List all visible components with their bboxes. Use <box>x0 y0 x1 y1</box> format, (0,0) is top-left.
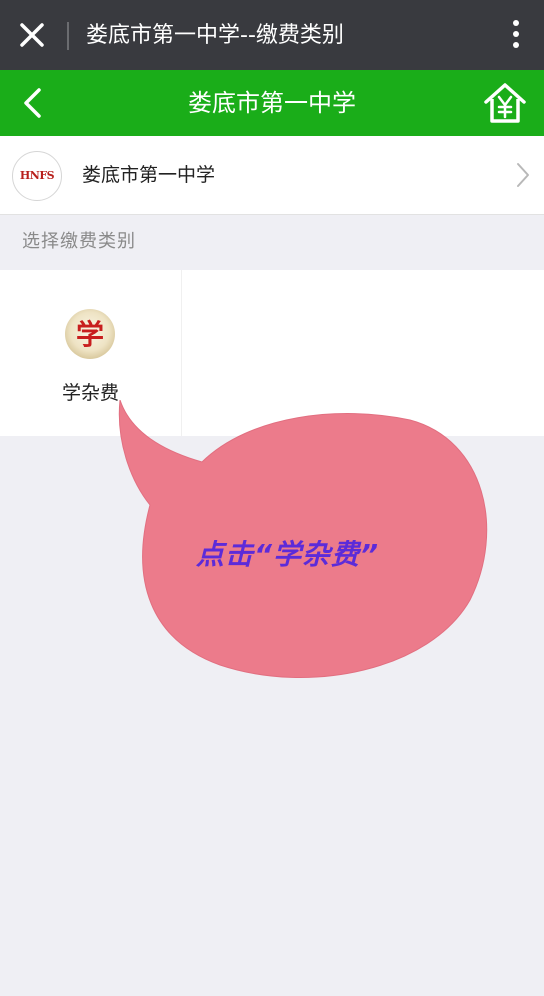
home-button[interactable] <box>482 80 528 126</box>
school-logo-text: HNFS <box>19 169 55 182</box>
chevron-right-icon <box>517 163 529 187</box>
school-logo: HNFS <box>12 151 62 201</box>
xue-badge-icon: 学 <box>65 309 115 359</box>
home-yuan-icon <box>484 83 526 123</box>
more-button[interactable] <box>510 20 522 52</box>
back-button[interactable] <box>14 82 54 124</box>
window-title-bar: 娄底市第一中学--缴费类别 <box>0 0 544 70</box>
page-title: 娄底市第一中学 <box>188 89 356 117</box>
close-icon <box>20 23 44 47</box>
nav-bar: 娄底市第一中学 <box>0 70 544 136</box>
section-label: 选择缴费类别 <box>22 231 136 252</box>
school-name: 娄底市第一中学 <box>82 164 216 186</box>
category-icon-glyph: 学 <box>76 318 104 351</box>
more-vertical-icon <box>510 20 522 48</box>
annotation-text: 点击“学杂费” <box>196 538 380 571</box>
close-button[interactable] <box>14 17 50 53</box>
window-title: 娄底市第一中学--缴费类别 <box>86 23 344 48</box>
chevron-left-icon <box>24 88 41 118</box>
title-divider <box>67 22 69 50</box>
school-row[interactable]: HNFS 娄底市第一中学 <box>0 136 544 215</box>
